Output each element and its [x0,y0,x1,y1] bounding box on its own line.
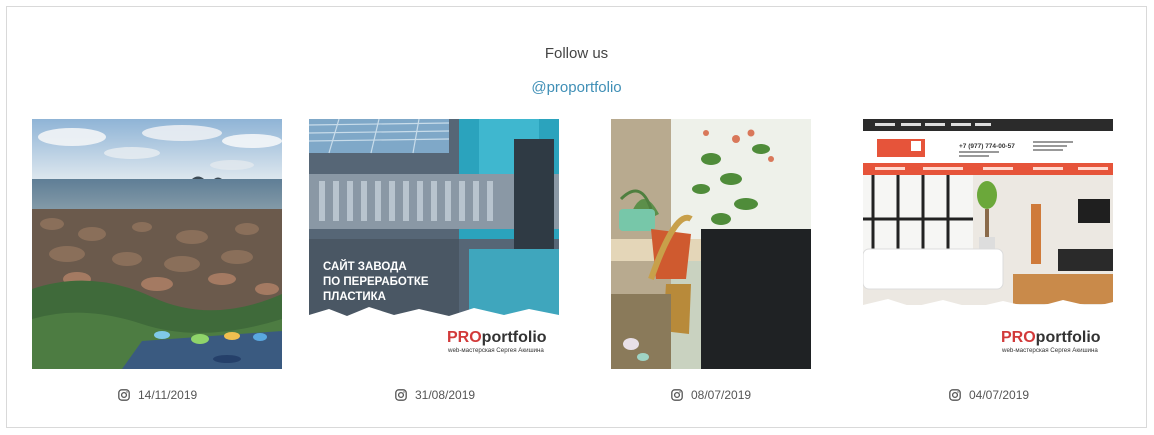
post-date: 31/08/2019 [395,387,475,403]
post-date: 04/07/2019 [949,387,1029,403]
post-image-renovation-site[interactable]: +7 (977) 774-00-57 PROportfolio web-маст… [863,119,1113,369]
site-phone: +7 (977) 774-00-57 [959,143,1015,150]
post-image-houseplants[interactable] [611,119,811,369]
brand-subtitle: web-мастерская Сергея Акишина [447,347,544,354]
post-date: 14/11/2019 [118,387,197,403]
brand-subtitle: web-мастерская Сергея Акишина [1001,347,1098,354]
post-date: 08/07/2019 [671,387,751,403]
brand-portfolio-text: portfolio [482,329,547,346]
post-date-text: 08/07/2019 [691,388,752,402]
brand-logo: PROportfolio [447,329,547,346]
brand-pro-text: PRO [1001,329,1036,346]
post-date-text: 04/07/2019 [969,388,1030,402]
brand-pro-text: PRO [447,329,482,346]
instagram-handle-link[interactable]: @proportfolio [7,79,1146,96]
instagram-icon [949,389,961,401]
post-image-seashore[interactable] [32,119,282,369]
instagram-icon [671,389,683,401]
brand-logo: PROportfolio [1001,329,1101,346]
promo-line-1: САЙТ ЗАВОДА [323,260,407,273]
instagram-icon [395,389,407,401]
post-image-plastic-factory[interactable]: САЙТ ЗАВОДА ПО ПЕРЕРАБОТКЕ ПЛАСТИКА PROp… [309,119,559,369]
post-date-text: 31/08/2019 [415,388,476,402]
instagram-feed-widget: Follow us @proportfolio 14/11/2019 САЙТ … [6,6,1147,428]
promo-line-2: ПО ПЕРЕРАБОТКЕ [323,276,429,288]
post-date-text: 14/11/2019 [138,388,198,402]
feed-title: Follow us [544,45,609,62]
promo-line-3: ПЛАСТИКА [323,291,386,303]
instagram-icon [118,389,130,401]
brand-portfolio-text: portfolio [1036,329,1101,346]
